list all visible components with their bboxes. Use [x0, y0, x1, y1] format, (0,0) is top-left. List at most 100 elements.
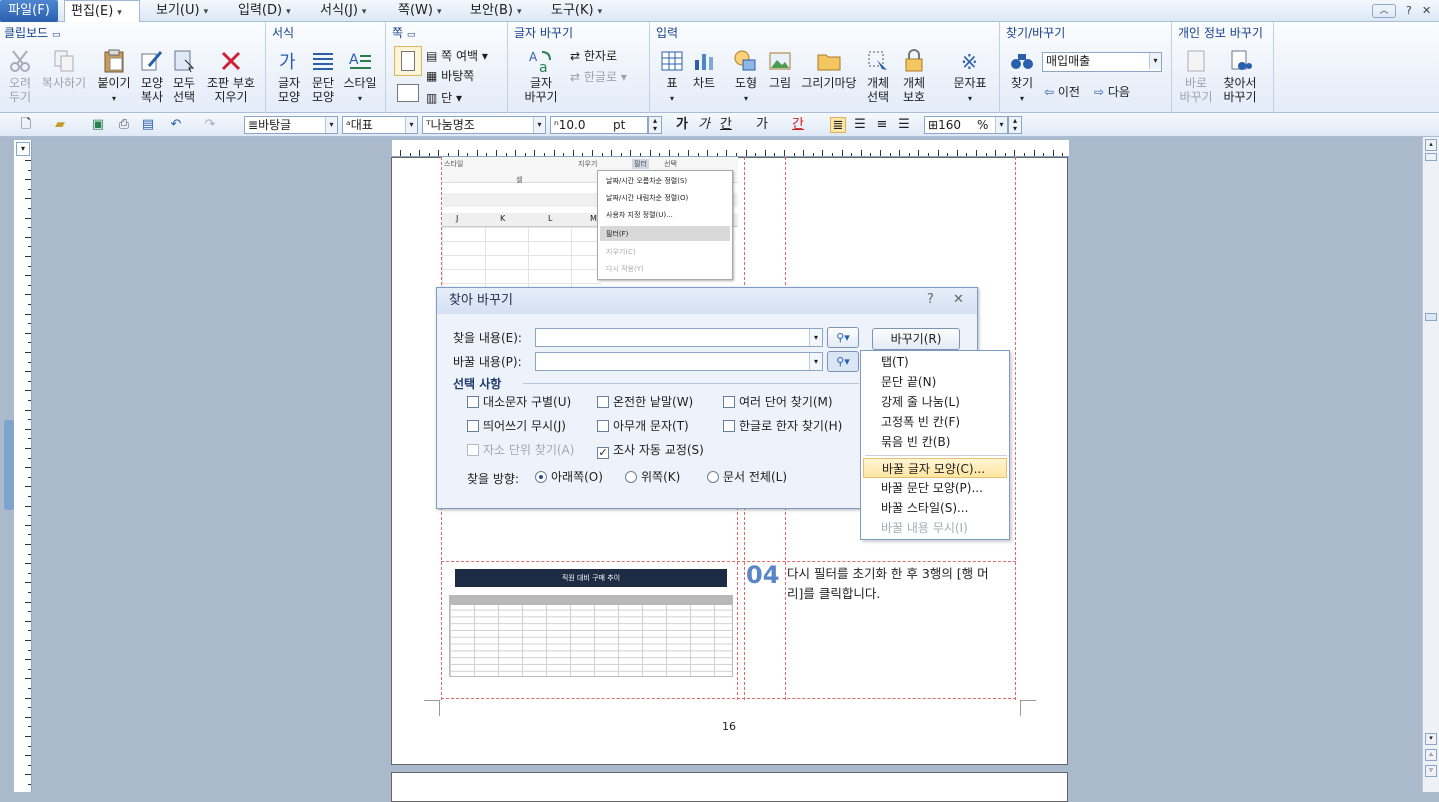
- find-button[interactable]: 찾기 ▾: [1006, 48, 1038, 106]
- option-josa[interactable]: ✓ 조사 자동 교정(S): [597, 443, 704, 459]
- scroll-up-icon[interactable]: ▴: [1425, 139, 1437, 151]
- close-icon[interactable]: ✕: [1422, 4, 1431, 17]
- help-icon[interactable]: ?: [927, 292, 934, 307]
- align-right-icon[interactable]: ☰: [896, 117, 912, 133]
- symbol-button[interactable]: ※ 문자표 ▾: [950, 48, 990, 106]
- find-options-icon[interactable]: ⚲▾: [827, 327, 859, 348]
- menu-item-ignore[interactable]: 바꿀 내용 무시(I): [861, 518, 1009, 538]
- scroll-down-icon[interactable]: ▾: [1425, 733, 1437, 745]
- font-select[interactable]: ᵀ나눔명조 ▾: [422, 116, 546, 134]
- style-button[interactable]: A 스타일 ▾: [340, 48, 380, 106]
- checkbox[interactable]: [723, 420, 735, 432]
- document-page-next[interactable]: [391, 772, 1068, 802]
- menu-item-line-break[interactable]: 강제 줄 나눔(L): [861, 392, 1009, 412]
- redo-icon[interactable]: ↷: [202, 117, 218, 133]
- strike-button[interactable]: 가: [754, 117, 770, 133]
- replace-options-icon[interactable]: ⚲▾: [827, 351, 859, 372]
- split-handle[interactable]: [1425, 153, 1437, 161]
- menu-file[interactable]: 파일(F): [0, 0, 58, 22]
- checkbox[interactable]: [467, 444, 479, 456]
- background-page-button[interactable]: ▦ 바탕쪽: [426, 68, 474, 84]
- option-jaso[interactable]: 자소 단위 찾기(A): [467, 443, 574, 457]
- page-view-icon[interactable]: [394, 82, 422, 106]
- align-justify-icon[interactable]: ≣: [830, 117, 846, 133]
- option-ignore-space[interactable]: 띄어쓰기 무시(J): [467, 419, 566, 433]
- side-panel-handle[interactable]: [4, 420, 14, 510]
- radio-selected[interactable]: [535, 471, 547, 483]
- menu-item-tab[interactable]: 탭(T): [861, 352, 1009, 372]
- chevron-down-icon[interactable]: ▾: [117, 8, 122, 18]
- chart-button[interactable]: 차트: [688, 48, 720, 90]
- open-folder-icon[interactable]: ▰: [52, 117, 68, 133]
- checkbox[interactable]: [597, 420, 609, 432]
- chevron-down-icon[interactable]: ▾: [1149, 53, 1161, 69]
- chevron-down-icon[interactable]: ▾: [995, 117, 1007, 133]
- checkbox-checked[interactable]: ✓: [597, 447, 609, 459]
- ruler-corner-icon[interactable]: ▾: [16, 142, 30, 156]
- picture-button[interactable]: 그림: [764, 48, 796, 90]
- vertical-scrollbar[interactable]: ▴ ▾ ▵ ▿: [1422, 137, 1439, 792]
- menu-insert[interactable]: 입력(D) ▾: [232, 0, 297, 22]
- direction-down[interactable]: 아래쪽(O): [535, 470, 603, 484]
- menu-page[interactable]: 쪽(W) ▾: [392, 0, 448, 22]
- clear-code-button[interactable]: 조판 부호 지우기: [202, 48, 260, 104]
- scroll-thumb[interactable]: [1425, 313, 1437, 321]
- font-size-stepper[interactable]: ▴ ▾: [648, 116, 662, 134]
- page-down-icon[interactable]: ▿: [1425, 765, 1437, 777]
- char-shape-button[interactable]: 가 글자 모양: [272, 48, 306, 104]
- hanja-button[interactable]: ⇄ 한자로: [570, 48, 617, 64]
- menu-item-char-shape[interactable]: 바꿀 글자 모양(C)...: [863, 458, 1007, 478]
- help-icon[interactable]: ?: [1406, 4, 1412, 17]
- columns-button[interactable]: ▥ 단 ▾: [426, 90, 462, 106]
- direction-whole[interactable]: 문서 전체(L): [707, 470, 787, 484]
- menu-item-para-shape[interactable]: 바꿀 문단 모양(P)...: [861, 478, 1009, 498]
- menu-item-style[interactable]: 바꿀 스타일(S)...: [861, 498, 1009, 518]
- gallery-button[interactable]: 그리기마당: [798, 48, 860, 90]
- checkbox[interactable]: [597, 396, 609, 408]
- underline-button[interactable]: 간: [718, 117, 734, 133]
- page-setup-icon[interactable]: [394, 46, 422, 76]
- page-up-icon[interactable]: ▵: [1425, 749, 1437, 761]
- option-hanja[interactable]: 한글로 한자 찾기(H): [723, 419, 842, 433]
- preview-icon[interactable]: ▤: [140, 117, 156, 133]
- menu-tools[interactable]: 도구(K) ▾: [545, 0, 608, 22]
- convert-char-button[interactable]: Aa 글자 바꾸기: [516, 48, 566, 104]
- close-icon[interactable]: ✕: [953, 292, 964, 307]
- option-wildcard[interactable]: 아무개 문자(T): [597, 419, 689, 433]
- select-all-button[interactable]: 모두 선택: [168, 48, 200, 104]
- language-select[interactable]: ᵃ대표 ▾: [342, 116, 418, 134]
- chevron-down-icon[interactable]: ▾: [809, 329, 822, 346]
- checkbox[interactable]: [467, 396, 479, 408]
- radio[interactable]: [707, 471, 719, 483]
- table-button[interactable]: 표 ▾: [656, 48, 688, 106]
- zoom-input[interactable]: ⊞160 % ▾: [924, 116, 1008, 134]
- chevron-down-icon[interactable]: ▾: [325, 117, 337, 133]
- find-search-input[interactable]: 매입매출 ▾: [1042, 52, 1162, 72]
- option-match-case[interactable]: 대소문자 구별(U): [467, 395, 571, 409]
- font-size-input[interactable]: ⁿ10.0 pt: [550, 116, 648, 134]
- option-whole-word[interactable]: 온전한 낱말(W): [597, 395, 693, 409]
- replace-button[interactable]: 바꾸기(R): [872, 328, 960, 350]
- zoom-stepper[interactable]: ▴ ▾: [1008, 116, 1022, 134]
- menu-security[interactable]: 보안(B) ▾: [464, 0, 528, 22]
- new-document-icon[interactable]: 🗋: [18, 117, 34, 133]
- direction-up[interactable]: 위쪽(K): [625, 470, 680, 484]
- privacy-replace-button[interactable]: 바로 바꾸기: [1178, 48, 1214, 104]
- style-select[interactable]: ≣바탕글 ▾: [244, 116, 338, 134]
- radio[interactable]: [625, 471, 637, 483]
- menu-item-bound-space[interactable]: 묶음 빈 칸(B): [861, 432, 1009, 452]
- copy-button[interactable]: 복사하기: [38, 48, 90, 90]
- save-icon[interactable]: ▣: [90, 117, 106, 133]
- print-icon[interactable]: ⎙: [116, 117, 132, 133]
- ribbon-collapse-icon[interactable]: ︿: [1372, 4, 1396, 18]
- menu-view[interactable]: 보기(U) ▾: [150, 0, 214, 22]
- checkbox[interactable]: [467, 420, 479, 432]
- font-color-button[interactable]: 간: [790, 117, 806, 133]
- chevron-down-icon[interactable]: ▾: [809, 353, 822, 370]
- replace-input[interactable]: ▾: [535, 352, 823, 371]
- align-center-icon[interactable]: ≡: [874, 117, 890, 133]
- find-input[interactable]: ▾: [535, 328, 823, 347]
- chevron-down-icon[interactable]: ▾: [405, 117, 417, 133]
- align-left-icon[interactable]: ☰: [852, 117, 868, 133]
- cut-button[interactable]: 오려 두기: [4, 48, 36, 104]
